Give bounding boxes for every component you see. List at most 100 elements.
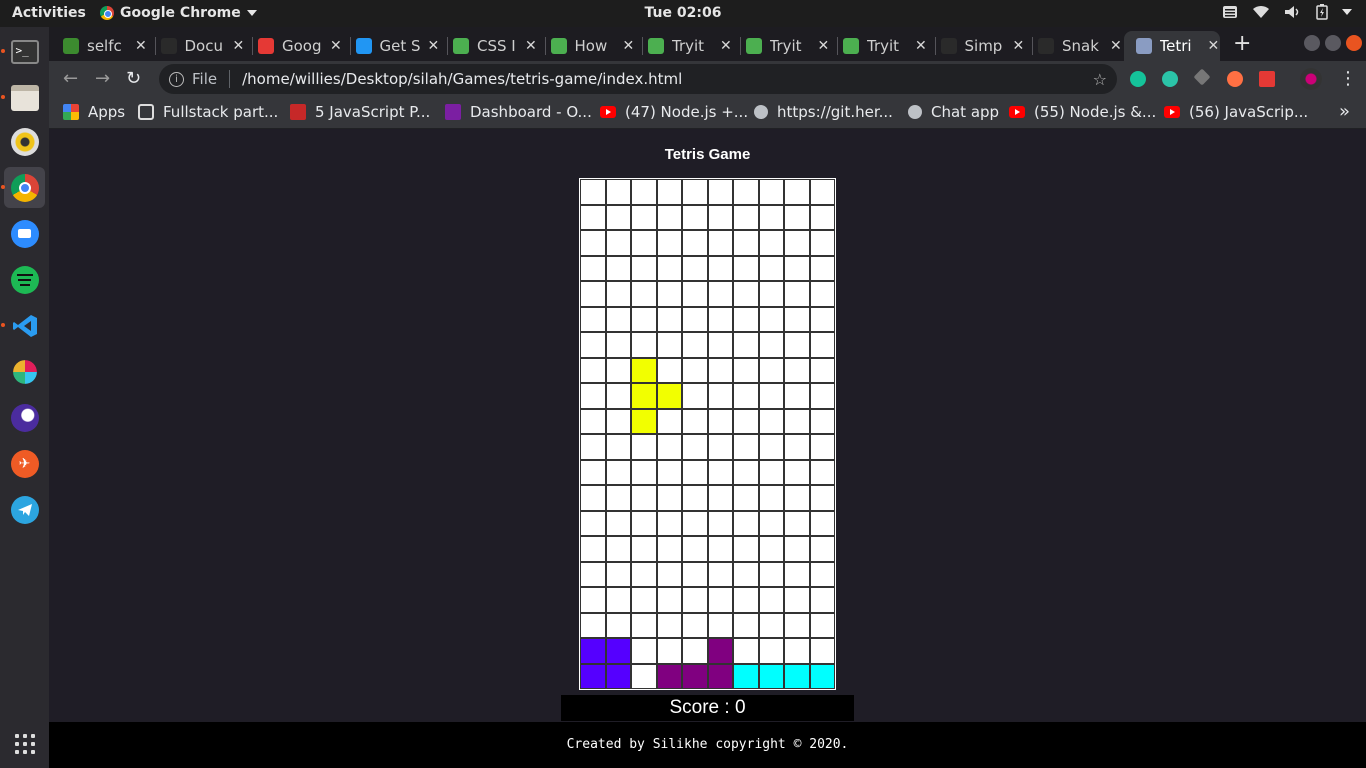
system-tray[interactable]	[1222, 4, 1352, 20]
board-cell	[631, 638, 657, 664]
keyboard-layout-icon[interactable]	[1222, 5, 1238, 19]
back-button[interactable]: ←	[63, 68, 78, 89]
extension-pm-icon[interactable]	[1259, 71, 1275, 87]
tab-title: Simp	[964, 37, 1003, 55]
tab[interactable]: CSS I ✕	[453, 31, 539, 61]
bookmark-item[interactable]: (55) Node.js &...	[1009, 103, 1156, 121]
clock[interactable]: Tue 02:06	[0, 5, 1366, 21]
tab[interactable]: Tryit ✕	[745, 31, 832, 61]
tab[interactable]: Tryit ✕	[843, 31, 929, 61]
apps-grid-icon	[14, 733, 35, 754]
grammarly-icon[interactable]	[1130, 71, 1146, 87]
board-cell	[656, 357, 682, 383]
bookmark-label: https://git.her...	[777, 103, 893, 121]
board-cell	[605, 357, 631, 383]
tab[interactable]: selfc ✕	[63, 31, 149, 61]
dock-spotify[interactable]	[4, 259, 45, 300]
tab[interactable]: Tryit ✕	[648, 31, 734, 61]
new-tab-button[interactable]: +	[1233, 31, 1251, 56]
close-tab-icon[interactable]: ✕	[525, 38, 537, 54]
bookmark-item[interactable]: Dashboard - O...	[445, 103, 592, 121]
close-tab-icon[interactable]: ✕	[915, 38, 927, 54]
address-bar[interactable]: i File /home/willies/Desktop/silah/Games…	[159, 64, 1117, 94]
dock-telegram[interactable]	[4, 489, 45, 530]
dock-terminal[interactable]: >_	[4, 31, 45, 72]
board-cell	[631, 485, 657, 511]
volume-icon[interactable]	[1284, 5, 1302, 19]
reload-button[interactable]: ↻	[126, 68, 141, 89]
extension-cat-icon[interactable]	[1227, 71, 1243, 87]
close-tab-icon[interactable]: ✕	[1013, 38, 1025, 54]
bookmark-item[interactable]: (56) JavaScrip...	[1164, 103, 1308, 121]
tetromino-block	[631, 357, 657, 383]
tab-title: Tryit	[769, 37, 802, 55]
board-cell	[580, 612, 606, 638]
bookmark-item[interactable]: (47) Node.js +...	[600, 103, 748, 121]
board-cell	[733, 536, 759, 562]
tab[interactable]: Get S ✕	[355, 31, 442, 61]
tab-title: Tryit	[672, 37, 705, 55]
extension-m-icon[interactable]	[1162, 71, 1178, 87]
board-cell	[580, 561, 606, 587]
tab[interactable]: Tetri ✕	[1123, 31, 1220, 61]
dock-chrome[interactable]	[4, 167, 45, 208]
close-tab-icon[interactable]: ✕	[135, 38, 147, 54]
url-text[interactable]: /home/willies/Desktop/silah/Games/tetris…	[242, 70, 682, 88]
close-tab-icon[interactable]: ✕	[330, 38, 342, 54]
menu-kebab-icon[interactable]: ⋮	[1339, 68, 1357, 89]
board-cell	[809, 510, 835, 536]
battery-icon[interactable]	[1316, 4, 1328, 20]
show-applications-button[interactable]	[4, 723, 45, 764]
dock-files[interactable]	[4, 77, 45, 118]
bookmark-item[interactable]: Apps	[63, 103, 125, 121]
info-icon[interactable]: i	[169, 71, 184, 87]
close-tab-icon[interactable]: ✕	[233, 38, 245, 54]
bookmark-star-icon[interactable]: ☆	[1093, 70, 1107, 89]
board-cell	[707, 561, 733, 587]
system-menu-chevron-icon[interactable]	[1342, 9, 1352, 15]
bookmark-item[interactable]: Fullstack part...	[138, 103, 278, 121]
close-window-button[interactable]	[1346, 35, 1362, 51]
dock-rhythmbox[interactable]	[4, 121, 45, 162]
eyedropper-icon[interactable]	[1193, 68, 1211, 86]
tab[interactable]: Snak ✕	[1038, 31, 1124, 61]
tab[interactable]: Docu ✕	[160, 31, 247, 61]
tab[interactable]: How ✕	[550, 31, 637, 61]
bookmark-item[interactable]: 5 JavaScript P...	[290, 103, 430, 121]
tab[interactable]: Goog ✕	[258, 31, 344, 61]
close-tab-icon[interactable]: ✕	[1208, 38, 1220, 54]
maximize-button[interactable]	[1325, 35, 1341, 51]
board-cell	[809, 332, 835, 358]
tetromino-block	[707, 663, 733, 689]
board-cell	[580, 179, 606, 205]
dock-postman[interactable]: ✈	[4, 443, 45, 484]
close-tab-icon[interactable]: ✕	[1110, 38, 1122, 54]
close-tab-icon[interactable]: ✕	[720, 38, 732, 54]
telegram-icon	[10, 495, 39, 524]
close-tab-icon[interactable]: ✕	[428, 38, 440, 54]
wifi-icon[interactable]	[1252, 5, 1270, 19]
board-cell	[656, 434, 682, 460]
close-tab-icon[interactable]: ✕	[818, 38, 830, 54]
board-cell	[682, 459, 708, 485]
bookmark-item[interactable]: Chat app	[908, 103, 999, 121]
board-cell	[682, 638, 708, 664]
dock-zoom[interactable]	[4, 213, 45, 254]
board-cell	[784, 230, 810, 256]
board-cell	[758, 638, 784, 664]
forward-button[interactable]: →	[95, 68, 110, 89]
page-icon	[138, 104, 154, 120]
youtube-icon	[600, 106, 616, 118]
board-cell	[605, 281, 631, 307]
more-bookmarks-icon[interactable]: »	[1339, 101, 1350, 122]
tab[interactable]: Simp ✕	[940, 31, 1027, 61]
minimize-button[interactable]	[1304, 35, 1320, 51]
tetromino-block	[733, 663, 759, 689]
dock-slack[interactable]	[4, 351, 45, 392]
profile-avatar[interactable]	[1300, 68, 1322, 90]
bookmark-item[interactable]: https://git.her...	[754, 103, 893, 121]
close-tab-icon[interactable]: ✕	[623, 38, 635, 54]
dock-vscode[interactable]	[4, 305, 45, 346]
dock-browser[interactable]	[4, 397, 45, 438]
board-cell	[784, 434, 810, 460]
